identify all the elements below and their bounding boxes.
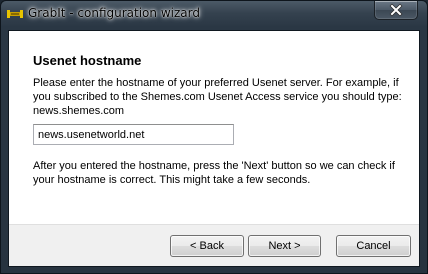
wizard-page: Usenet hostname Please enter the hostnam…	[9, 31, 419, 224]
back-button[interactable]: < Back	[170, 235, 244, 257]
wizard-window: GrabIt - configuration wizard Usenet hos…	[0, 0, 428, 274]
page-note: After you entered the hostname, press th…	[33, 160, 395, 186]
button-bar: < Back Next > Cancel	[9, 224, 419, 266]
close-button[interactable]	[374, 1, 418, 20]
next-button[interactable]: Next >	[248, 235, 321, 257]
window-title: GrabIt - configuration wizard	[28, 6, 200, 20]
hostname-input[interactable]	[33, 124, 234, 145]
page-description: Please enter the hostname of your prefer…	[33, 77, 402, 117]
cancel-button[interactable]: Cancel	[336, 235, 411, 257]
grabit-icon	[7, 10, 23, 18]
page-title: Usenet hostname	[33, 53, 142, 68]
wizard-client-area: Usenet hostname Please enter the hostnam…	[8, 30, 420, 267]
title-bar[interactable]: GrabIt - configuration wizard	[1, 1, 427, 27]
close-icon	[389, 3, 403, 17]
